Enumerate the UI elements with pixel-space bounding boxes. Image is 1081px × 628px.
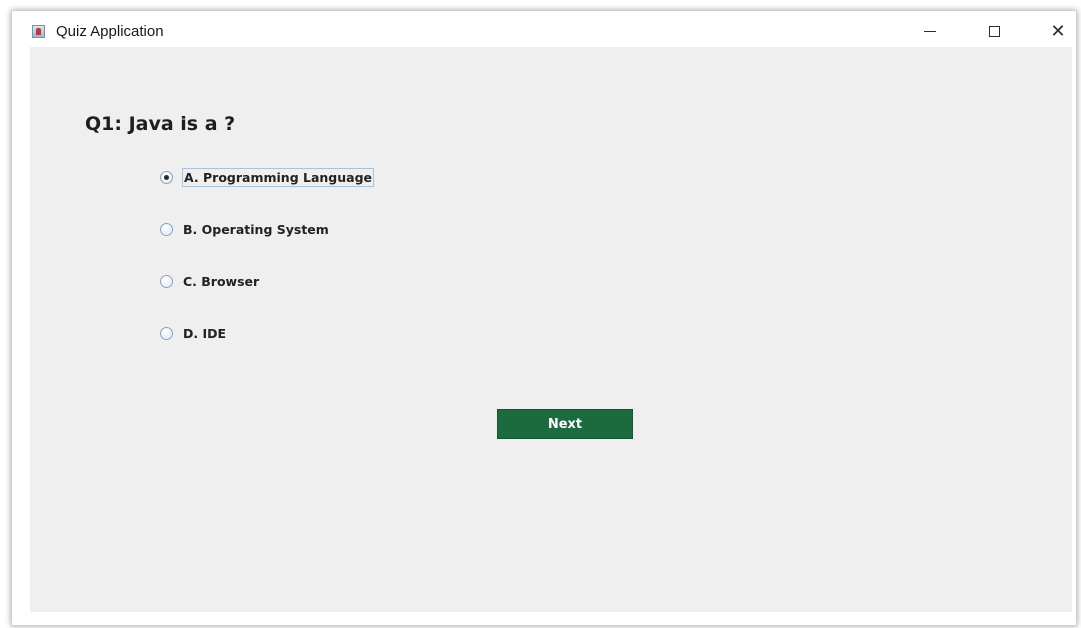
window-title: Quiz Application: [56, 23, 164, 40]
maximize-button[interactable]: [975, 19, 1015, 45]
radio-unselected-icon[interactable]: [160, 274, 173, 288]
quiz-window: Quiz Application ✕ Q1: Java is a ? A. Pr…: [11, 10, 1077, 626]
option-c-radio[interactable]: C. Browser: [160, 271, 260, 291]
radio-unselected-icon[interactable]: [160, 326, 173, 340]
minimize-icon: [924, 31, 936, 32]
option-d-radio[interactable]: D. IDE: [160, 323, 227, 343]
next-button[interactable]: Next: [497, 409, 633, 439]
radio-selected-icon[interactable]: [160, 170, 173, 184]
maximize-icon: [989, 26, 1000, 37]
title-bar[interactable]: Quiz Application ✕: [12, 11, 1076, 47]
option-b-label[interactable]: B. Operating System: [182, 221, 330, 238]
quiz-panel: Q1: Java is a ? A. Programming Language …: [30, 47, 1072, 612]
option-a-label[interactable]: A. Programming Language: [182, 167, 375, 187]
java-app-icon: [32, 25, 45, 38]
close-icon: ✕: [1050, 21, 1066, 42]
option-b-radio[interactable]: B. Operating System: [160, 219, 330, 239]
option-a-radio[interactable]: A. Programming Language: [160, 167, 375, 187]
option-d-label[interactable]: D. IDE: [182, 325, 227, 342]
question-text: Q1: Java is a ?: [85, 113, 236, 135]
minimize-button[interactable]: [910, 19, 950, 45]
radio-unselected-icon[interactable]: [160, 222, 173, 236]
option-c-label[interactable]: C. Browser: [182, 273, 260, 290]
close-button[interactable]: ✕: [1038, 19, 1078, 45]
